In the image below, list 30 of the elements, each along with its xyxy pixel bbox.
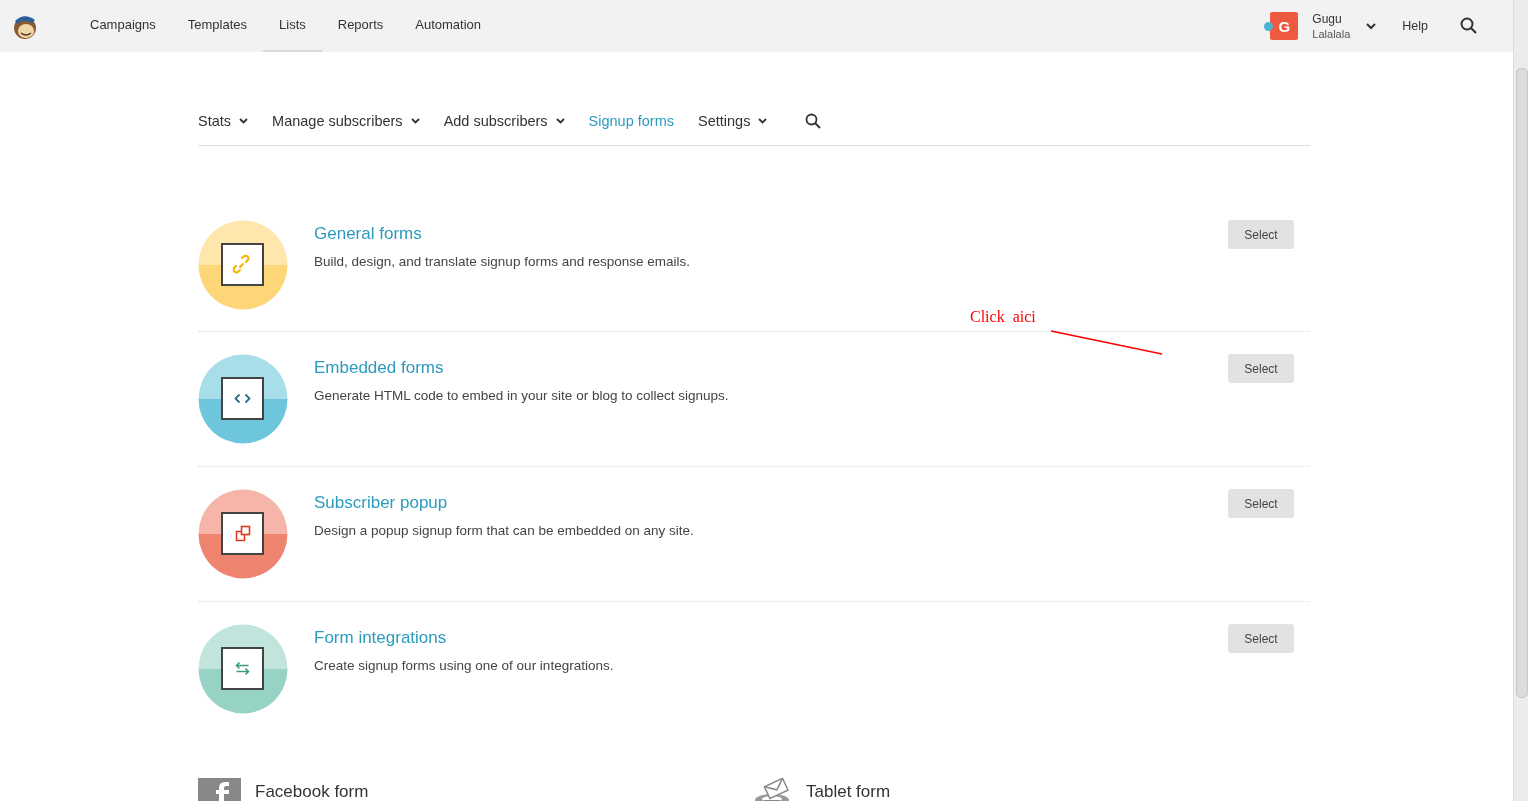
form-type-description: Generate HTML code to embed in your site or blog to collect signups. — [314, 388, 730, 403]
annotation-text: Click aici — [970, 308, 1036, 325]
tab[interactable]: Add subscribers — [443, 112, 565, 129]
help-link[interactable]: Help — [1402, 19, 1428, 33]
tab[interactable]: Manage subscribers — [272, 112, 420, 129]
nav-link[interactable]: Automation — [399, 0, 498, 52]
nav-link[interactable]: Reports — [321, 0, 400, 52]
form-type-description: Design a popup signup form that can be embedded on any site. — [314, 523, 695, 538]
tab[interactable]: Settings — [698, 112, 768, 129]
facebook-icon — [198, 778, 241, 801]
scrollbar-thumb[interactable] — [1516, 68, 1528, 698]
select-button[interactable]: Select — [1228, 624, 1294, 653]
form-type-description: Build, design, and translate signup forms and response emails. — [314, 254, 691, 269]
nav-link[interactable]: Campaigns — [74, 0, 172, 52]
form-type-title[interactable]: Facebook form — [255, 782, 369, 801]
select-button[interactable]: Select — [1228, 489, 1294, 518]
account-name: Gugu — [1312, 12, 1343, 26]
select-button[interactable]: Select — [1228, 220, 1294, 249]
account-subtitle: Lalalala — [1312, 28, 1351, 40]
form-type-title[interactable]: Tablet form — [806, 782, 891, 801]
tab[interactable]: Stats — [198, 112, 249, 129]
nav-link[interactable]: Templates — [171, 0, 263, 52]
nav-link[interactable]: Lists — [263, 0, 322, 52]
form-type-description: Create signup forms using one of our integrations. — [314, 658, 615, 673]
scrollbar[interactable] — [1513, 0, 1528, 801]
caret-icon[interactable] — [1366, 22, 1377, 30]
envelope-stand-icon — [754, 778, 792, 801]
select-button[interactable]: Select — [1228, 354, 1294, 383]
search-icon[interactable] — [805, 112, 822, 129]
search-icon[interactable] — [1460, 17, 1478, 35]
